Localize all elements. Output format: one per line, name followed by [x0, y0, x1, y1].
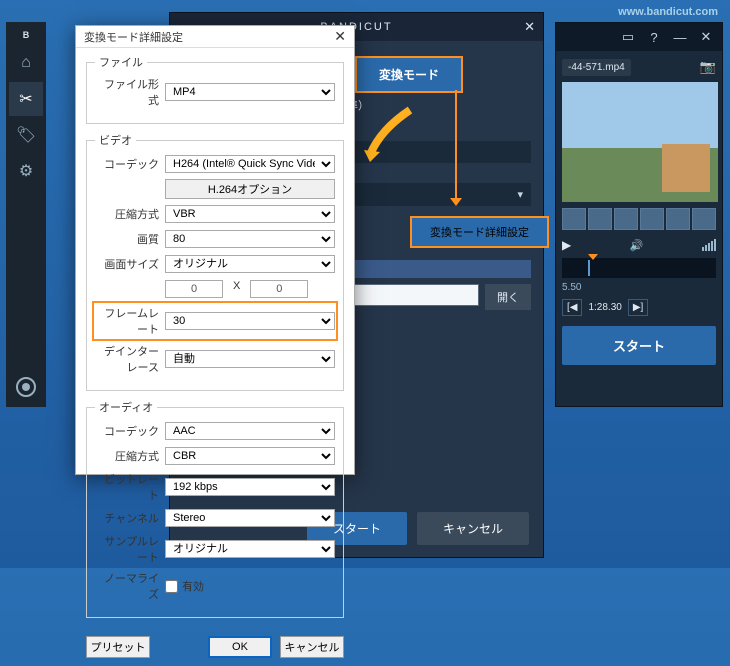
file-group: ファイル ファイル形式 MP4	[86, 54, 344, 124]
tab-convert-mode[interactable]: 変換モード	[355, 56, 463, 93]
codec-select[interactable]: H264 (Intel® Quick Sync Video)	[165, 155, 335, 173]
deinterlace-label: デインターレース	[95, 343, 165, 375]
thumb[interactable]	[692, 208, 716, 230]
timeline[interactable]	[562, 258, 716, 278]
volume-icon[interactable]: 🔊	[630, 239, 644, 252]
start-button-main[interactable]: スタート	[562, 326, 716, 365]
compression-select[interactable]: VBR	[165, 205, 335, 223]
thumb[interactable]	[562, 208, 586, 230]
annotation-arrow-icon	[360, 100, 420, 170]
video-group: ビデオ コーデック H264 (Intel® Quick Sync Video)…	[86, 132, 344, 391]
video-legend: ビデオ	[95, 132, 136, 148]
height-input[interactable]	[250, 280, 308, 298]
cancel-button[interactable]: キャンセル	[280, 636, 344, 658]
size-select[interactable]: オリジナル	[165, 255, 335, 273]
quality-label: 画質	[95, 231, 165, 247]
srate-label: サンプルレート	[95, 533, 165, 565]
browse-button[interactable]: 開く	[485, 284, 531, 310]
normalize-label: ノーマライズ	[95, 570, 165, 602]
minimize-icon[interactable]: ―	[670, 27, 690, 47]
channel-label: チャンネル	[95, 510, 165, 526]
close-icon[interactable]: ✕	[696, 27, 716, 47]
codec-label: コーデック	[95, 156, 165, 172]
size-label: 画面サイズ	[95, 256, 165, 272]
thumb[interactable]	[614, 208, 638, 230]
preview-window: ▭ ? ― ✕ -44-571.mp4 📷 ▶ 🔊 5.50	[555, 22, 723, 407]
normalize-checkbox[interactable]	[165, 580, 178, 593]
acodec-label: コーデック	[95, 423, 165, 439]
audio-group: オーディオ コーデック AAC 圧縮方式 CBR ビットレート 192 kbps…	[86, 399, 344, 618]
fps-select[interactable]: 30	[165, 312, 335, 330]
acomp-label: 圧縮方式	[95, 448, 165, 464]
bitrate-label: ビットレート	[95, 471, 165, 503]
annotation-down-arrow-icon	[455, 90, 457, 198]
mark-in-button[interactable]: [◀	[562, 299, 582, 316]
preset-button[interactable]: プリセット	[86, 636, 150, 658]
watermark: www.bandicut.com	[618, 6, 718, 18]
tag-icon[interactable]: 🏷	[9, 118, 43, 152]
time-long: 1:28.30	[588, 302, 621, 313]
audio-legend: オーディオ	[95, 399, 157, 415]
fps-label: フレームレート	[95, 305, 165, 337]
ok-button[interactable]: OK	[208, 636, 272, 658]
file-legend: ファイル	[95, 54, 147, 70]
cancel-button[interactable]: キャンセル	[417, 512, 529, 545]
deinterlace-select[interactable]: 自動	[165, 350, 335, 368]
camera-icon[interactable]: 📷	[700, 59, 716, 75]
x-separator: X	[227, 280, 246, 298]
preview-header: ▭ ? ― ✕	[556, 23, 722, 51]
acodec-select[interactable]: AAC	[165, 422, 335, 440]
cut-icon[interactable]: ✂	[9, 82, 43, 116]
help-icon[interactable]: ?	[644, 27, 664, 47]
quality-select[interactable]: 80	[165, 230, 335, 248]
srate-select[interactable]: オリジナル	[165, 540, 335, 558]
play-icon[interactable]: ▶	[562, 238, 571, 252]
time-short: 5.50	[562, 282, 716, 293]
close-icon[interactable]: ✕	[334, 28, 346, 45]
open-icon[interactable]: ▭	[618, 27, 638, 47]
volume-bars[interactable]	[702, 239, 716, 251]
thumb[interactable]	[666, 208, 690, 230]
file-format-label: ファイル形式	[95, 76, 165, 108]
thumb[interactable]	[640, 208, 664, 230]
normalize-check-label: 有効	[182, 578, 204, 594]
h264-options-button[interactable]: H.264オプション	[165, 179, 335, 199]
settings-dialog: 変換モード詳細設定 ✕ ファイル ファイル形式 MP4 ビデオ コーデック H2…	[75, 25, 355, 475]
width-input[interactable]	[165, 280, 223, 298]
file-format-select[interactable]: MP4	[165, 83, 335, 101]
bitrate-select[interactable]: 192 kbps	[165, 478, 335, 496]
gear-icon[interactable]: ⚙	[9, 154, 43, 188]
dialog-title: 変換モード詳細設定	[84, 29, 183, 45]
channel-select[interactable]: Stereo	[165, 509, 335, 527]
mark-out-button[interactable]: ▶]	[628, 299, 648, 316]
sidebar: B ⌂ ✂ 🏷 ⚙	[6, 22, 46, 407]
thumb-row	[562, 208, 716, 230]
close-icon[interactable]: ✕	[524, 19, 535, 35]
file-badge: -44-571.mp4	[562, 59, 631, 76]
video-preview	[562, 82, 718, 202]
thumb[interactable]	[588, 208, 612, 230]
record-icon[interactable]	[16, 377, 36, 397]
chevron-down-icon: ▾	[517, 188, 523, 201]
compression-label: 圧縮方式	[95, 206, 165, 222]
acomp-select[interactable]: CBR	[165, 447, 335, 465]
brand-short: B	[23, 26, 30, 44]
home-icon[interactable]: ⌂	[9, 46, 43, 80]
advanced-settings-button[interactable]: 変換モード詳細設定	[410, 216, 549, 248]
dialog-titlebar: 変換モード詳細設定 ✕	[76, 26, 354, 48]
